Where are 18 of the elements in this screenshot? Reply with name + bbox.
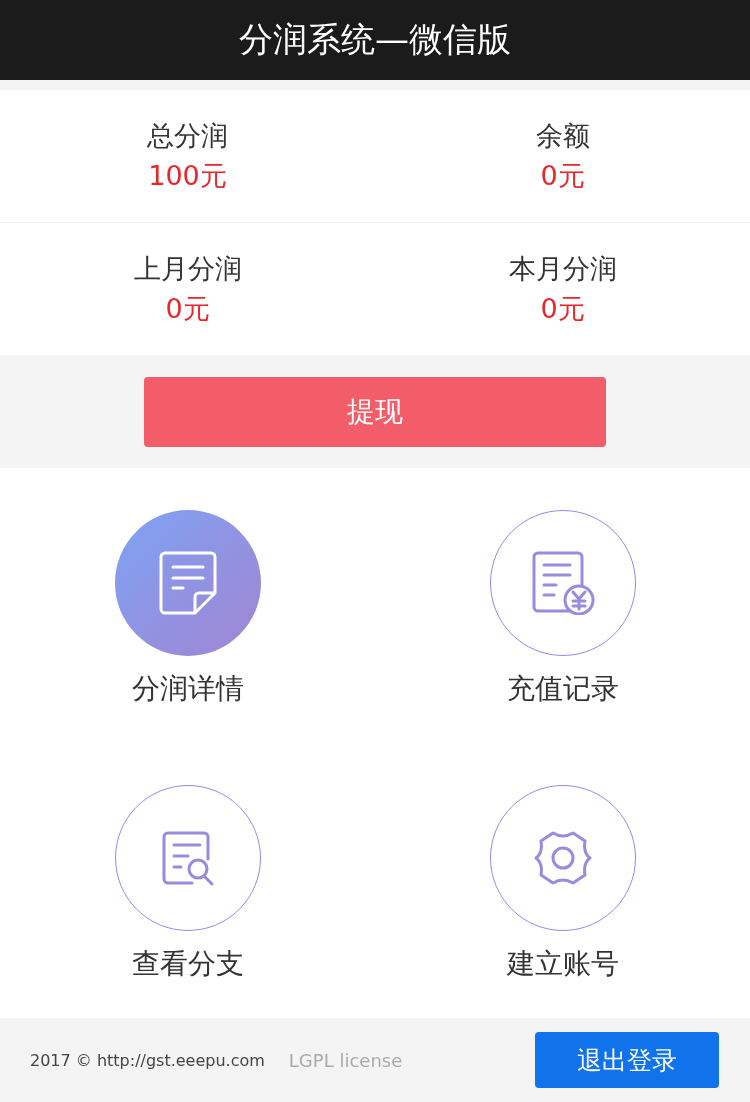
license-text: LGPL license <box>288 1049 404 1071</box>
stat-label: 余额 <box>535 119 590 153</box>
gear-icon <box>533 829 592 887</box>
stat-value: 0元 <box>540 159 585 193</box>
stat-value: 0元 <box>165 292 210 326</box>
stat-label: 总分润 <box>147 119 228 153</box>
stat-label: 上月分润 <box>133 252 242 286</box>
menu-label[interactable]: 分润详情 <box>131 670 244 708</box>
copyright-text: 2017 © http://gst.eeepu.com <box>30 1050 265 1070</box>
logout-button[interactable]: 退出登录 <box>535 1032 719 1088</box>
menu-label[interactable]: 充值记录 <box>506 670 619 708</box>
page-title: 分润系统—微信版 <box>239 18 511 61</box>
stat-label: 本月分润 <box>508 252 617 286</box>
stat-value: 100元 <box>148 159 227 193</box>
menu-label[interactable]: 建立账号 <box>506 945 619 983</box>
stat-value: 0元 <box>540 292 585 326</box>
menu-label[interactable]: 查看分支 <box>131 945 244 983</box>
document-icon <box>158 551 217 615</box>
